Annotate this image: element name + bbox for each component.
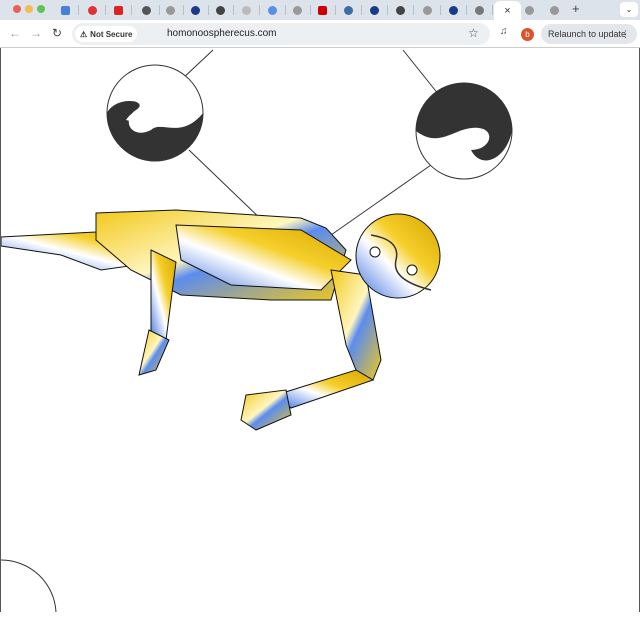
reload-icon[interactable]: ↻ — [52, 26, 62, 40]
security-chip[interactable]: ⚠ Not Secure — [75, 26, 138, 42]
browser-tab[interactable] — [517, 2, 541, 18]
toolbar: ← → ↻ ⚠ Not Secure homonoospherecus.com ☆… — [0, 20, 640, 48]
browser-tab[interactable] — [234, 2, 258, 18]
browser-tab[interactable] — [362, 2, 386, 18]
globe-icon — [524, 5, 534, 15]
security-label: Not Secure — [90, 29, 133, 39]
browser-tab[interactable] — [80, 2, 104, 18]
yin-yang-right — [415, 82, 513, 180]
tab-search-chevron-icon[interactable]: ⌄ — [620, 2, 638, 17]
circle-icon — [190, 5, 200, 15]
browser-tab[interactable] — [388, 2, 412, 18]
browser-tab[interactable] — [158, 2, 182, 18]
relaunch-label: Relaunch to update — [548, 29, 627, 39]
globe-icon — [422, 5, 432, 15]
github-icon — [241, 5, 251, 15]
globe-icon — [165, 5, 175, 15]
circle-icon — [369, 5, 379, 15]
back-icon[interactable]: ← — [9, 26, 21, 40]
tab-separator — [413, 5, 414, 15]
browser-tab[interactable] — [183, 2, 207, 18]
browser-tab[interactable] — [208, 2, 232, 18]
more-menu-icon[interactable]: ⋮ — [621, 24, 630, 44]
address-bar[interactable]: ⚠ Not Secure homonoospherecus.com ☆ — [72, 23, 490, 45]
globe-icon — [549, 5, 559, 15]
youtube-icon — [113, 5, 123, 15]
browser-tab[interactable] — [542, 2, 566, 18]
bookmark-star-icon[interactable]: ☆ — [468, 26, 479, 40]
forward-icon[interactable]: → — [30, 26, 42, 40]
browser-tab[interactable] — [441, 2, 465, 18]
bug-icon — [87, 5, 97, 15]
browser-tab[interactable] — [415, 2, 439, 18]
tab-bar: × + ⌄ — [0, 0, 640, 21]
netflix-icon — [317, 5, 327, 15]
sparkle-icon — [267, 5, 277, 15]
python-icon — [343, 5, 353, 15]
close-tab-icon[interactable]: × — [504, 5, 510, 17]
browser-tab[interactable] — [106, 2, 130, 18]
new-tab-button[interactable]: + — [572, 1, 580, 16]
page-content — [0, 48, 640, 613]
browser-tab[interactable] — [336, 2, 360, 18]
browser-tab[interactable] — [260, 2, 284, 18]
profile-avatar[interactable]: b — [521, 28, 534, 41]
browser-tab[interactable] — [285, 2, 309, 18]
yin-yang-left — [106, 64, 204, 162]
tab-separator — [131, 5, 132, 15]
minimize-window-button[interactable] — [25, 5, 33, 13]
connector-lines — [180, 49, 440, 236]
audio-icon — [141, 5, 151, 15]
url-text[interactable]: homonoospherecus.com — [167, 28, 277, 39]
browser-tab[interactable] — [53, 2, 77, 18]
maximize-window-button[interactable] — [37, 5, 45, 13]
figure — [0, 209, 441, 431]
media-controls-icon[interactable]: ♫ — [500, 26, 508, 37]
warning-icon: ⚠ — [80, 29, 88, 39]
artwork — [0, 49, 513, 613]
partial-circle — [0, 559, 57, 613]
browser-tab[interactable] — [467, 2, 491, 18]
browser-tab[interactable] — [134, 2, 158, 18]
docs-icon — [60, 5, 70, 15]
relaunch-button[interactable]: Relaunch to update ⋮ — [541, 24, 637, 44]
browser-tab[interactable] — [310, 2, 334, 18]
hat-icon — [474, 5, 484, 15]
close-window-button[interactable] — [13, 5, 21, 13]
chrome-icon — [395, 5, 405, 15]
tab-separator — [78, 5, 79, 15]
tab-separator — [492, 5, 493, 15]
circle-icon — [448, 5, 458, 15]
chrome-icon — [215, 5, 225, 15]
globe-icon — [292, 5, 302, 15]
